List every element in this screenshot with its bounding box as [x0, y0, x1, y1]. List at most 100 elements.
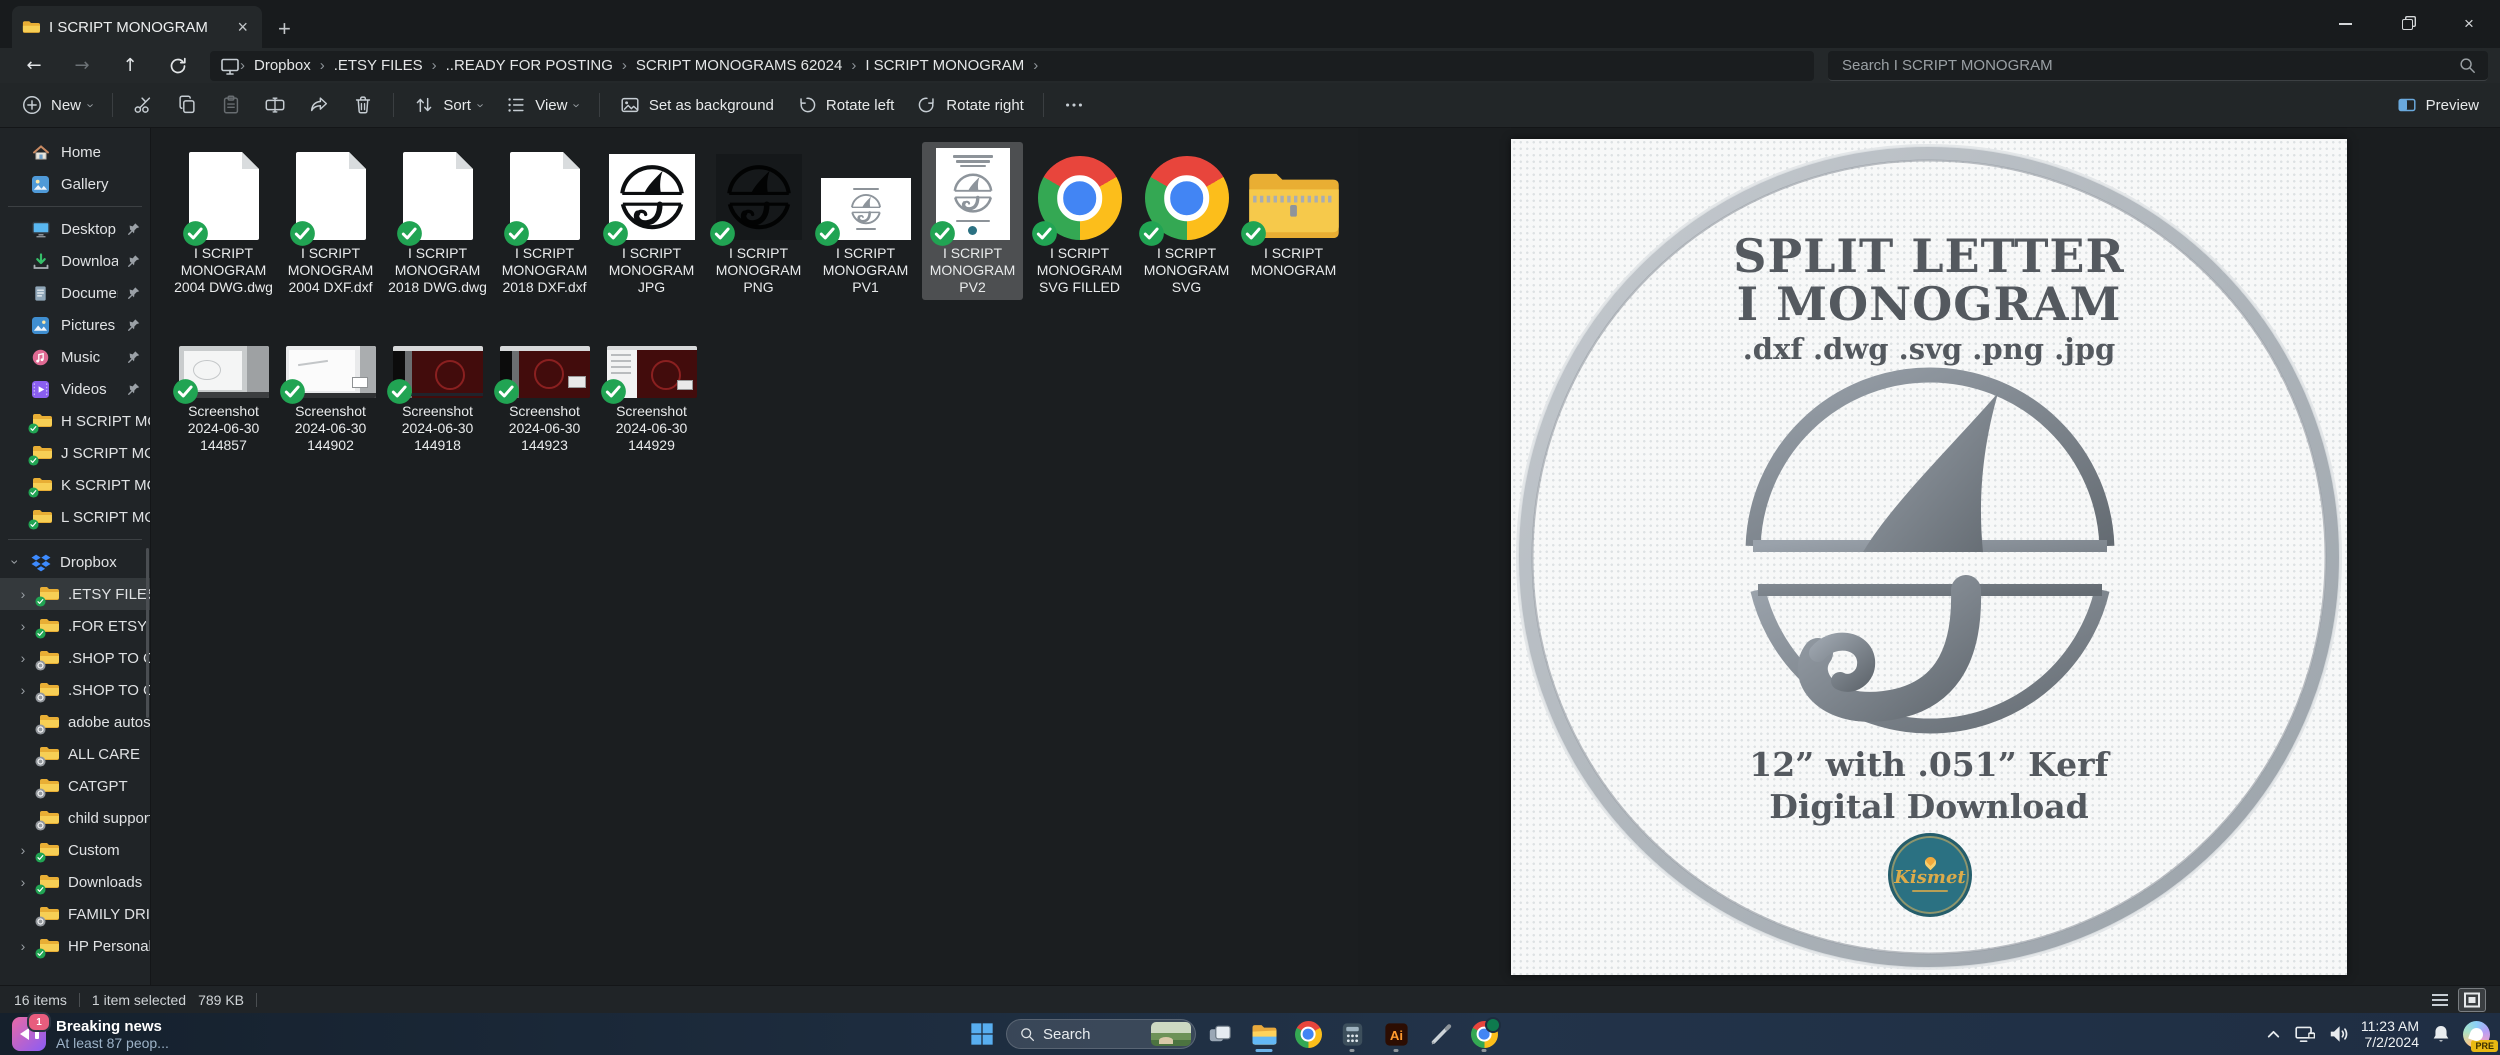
file-item-selected[interactable]: I SCRIPT MONOGRAM PV2 [922, 142, 1023, 300]
sidebar-item-home[interactable]: Home [0, 136, 150, 168]
breadcrumb-ready-for-posting[interactable]: ..READY FOR POSTING [437, 57, 622, 74]
new-tab-button[interactable]: + [278, 18, 291, 40]
copy-button[interactable] [165, 87, 209, 123]
search-input[interactable] [1840, 55, 2450, 75]
sidebar-item-hp-personal[interactable]: HP Personal M [0, 930, 150, 962]
sidebar-item-pictures[interactable]: Pictures [0, 309, 150, 341]
rename-button[interactable] [253, 87, 297, 123]
sidebar-item-child-support[interactable]: child support [0, 802, 150, 834]
task-view-button[interactable] [1200, 1014, 1240, 1054]
file-item[interactable]: I SCRIPT MONOGRAM SVG [1136, 142, 1237, 300]
sidebar-item-shop-to-cut-2[interactable]: .SHOP TO CUT [0, 674, 150, 706]
breadcrumb-script-monograms[interactable]: SCRIPT MONOGRAMS 62024 [627, 57, 851, 74]
chevron-right-icon[interactable] [16, 618, 30, 634]
start-button[interactable] [962, 1014, 1002, 1054]
breadcrumb-dropbox[interactable]: Dropbox [245, 57, 320, 74]
tab-close-icon[interactable]: × [233, 18, 252, 36]
close-button[interactable]: × [2438, 0, 2500, 48]
sidebar-item-for-etsy[interactable]: .FOR ETSY [0, 610, 150, 642]
sidebar-item-h-script-monograms[interactable]: H SCRIPT MONO [0, 405, 150, 437]
file-item[interactable]: Screenshot 2024-06-30 144857 [173, 342, 274, 458]
file-item[interactable]: Screenshot 2024-06-30 144929 [601, 342, 702, 458]
network-icon[interactable] [2294, 1024, 2316, 1044]
explorer-tab[interactable]: I SCRIPT MONOGRAM × [12, 6, 262, 48]
view-button[interactable]: View [494, 87, 591, 123]
more-options-button[interactable] [1052, 87, 1096, 123]
breadcrumb-i-script-monogram[interactable]: I SCRIPT MONOGRAM [856, 57, 1033, 74]
file-item[interactable]: I SCRIPT MONOGRAM 2004 DWG.dwg [173, 142, 274, 300]
chevron-right-icon[interactable] [16, 842, 30, 858]
file-item[interactable]: I SCRIPT MONOGRAM SVG FILLED [1029, 142, 1130, 300]
pen-tool-taskbar-button[interactable] [1420, 1014, 1460, 1054]
file-item[interactable]: I SCRIPT MONOGRAM PNG [708, 142, 809, 300]
set-background-button[interactable]: Set as background [608, 87, 785, 123]
sidebar-item-documents[interactable]: Documents [0, 277, 150, 309]
file-item[interactable]: Screenshot 2024-06-30 144902 [280, 342, 381, 458]
chevron-right-icon[interactable] [16, 874, 30, 890]
large-icons-view-button[interactable] [2458, 987, 2486, 1012]
sidebar-item-family-drive[interactable]: FAMILY DRIVE [0, 898, 150, 930]
taskbar-search[interactable]: Search [1006, 1019, 1196, 1049]
sidebar-item-etsy-files[interactable]: .ETSY FILES [0, 578, 150, 610]
file-item[interactable]: Screenshot 2024-06-30 144923 [494, 342, 595, 458]
clock[interactable]: 11:23 AM 7/2/2024 [2361, 1018, 2419, 1050]
preview-toggle-button[interactable]: Preview [2385, 87, 2490, 123]
chrome-taskbar-button[interactable] [1288, 1014, 1328, 1054]
sidebar-item-gallery[interactable]: Gallery [0, 168, 150, 200]
sidebar-item-dropbox-downloads[interactable]: Downloads [0, 866, 150, 898]
illustrator-taskbar-button[interactable] [1376, 1014, 1416, 1054]
chevron-right-icon[interactable] [16, 650, 30, 666]
widgets-button[interactable]: 1 Breaking news At least 87 peop... [0, 1012, 169, 1051]
chevron-right-icon[interactable] [16, 682, 30, 698]
notifications-bell-icon[interactable] [2431, 1024, 2451, 1044]
chevron-down-icon[interactable] [8, 554, 22, 570]
copilot-button[interactable]: PRE [2463, 1020, 2498, 1052]
sidebar-item-all-care[interactable]: ALL CARE [0, 738, 150, 770]
file-item[interactable]: I SCRIPT MONOGRAM 2018 DXF.dxf [494, 142, 595, 300]
sort-button[interactable]: Sort [402, 87, 494, 123]
file-item[interactable]: I SCRIPT MONOGRAM [1243, 142, 1344, 300]
rotate-left-button[interactable]: Rotate left [785, 87, 905, 123]
chevron-right-icon[interactable] [16, 938, 30, 954]
sidebar-item-music[interactable]: Music [0, 341, 150, 373]
new-button[interactable]: New [10, 87, 104, 123]
file-item[interactable]: I SCRIPT MONOGRAM 2018 DWG.dwg [387, 142, 488, 300]
refresh-button[interactable] [156, 51, 200, 81]
hidden-icons-chevron-icon[interactable] [2265, 1026, 2282, 1043]
sidebar-item-j-script-monograms[interactable]: J SCRIPT MONO [0, 437, 150, 469]
sidebar-item-catgpt[interactable]: CATGPT [0, 770, 150, 802]
details-view-button[interactable] [2426, 988, 2454, 1012]
file-item[interactable]: I SCRIPT MONOGRAM PV1 [815, 142, 916, 300]
delete-button[interactable] [341, 87, 385, 123]
breadcrumb-etsy-files[interactable]: .ETSY FILES [325, 57, 432, 74]
back-button[interactable]: ← [12, 51, 56, 81]
documents-icon [32, 285, 52, 302]
volume-icon[interactable] [2328, 1024, 2349, 1044]
restore-button[interactable] [2376, 0, 2438, 48]
sidebar-item-k-script-monograms[interactable]: K SCRIPT MONO [0, 469, 150, 501]
file-item[interactable]: I SCRIPT MONOGRAM 2004 DXF.dxf [280, 142, 381, 300]
sidebar-item-custom[interactable]: Custom [0, 834, 150, 866]
sidebar-item-videos[interactable]: Videos [0, 373, 150, 405]
chrome-profile-taskbar-button[interactable] [1464, 1014, 1504, 1054]
sidebar-item-shop-to-cut-1[interactable]: .SHOP TO CUT [0, 642, 150, 674]
forward-button[interactable]: → [60, 51, 104, 81]
file-explorer-taskbar-button[interactable] [1244, 1014, 1284, 1054]
file-item[interactable]: Screenshot 2024-06-30 144918 [387, 342, 488, 458]
calculator-taskbar-button[interactable] [1332, 1014, 1372, 1054]
cut-button[interactable] [121, 87, 165, 123]
chevron-right-icon[interactable] [16, 586, 30, 602]
paste-button[interactable] [209, 87, 253, 123]
sidebar-scrollbar[interactable] [146, 548, 149, 718]
rotate-right-button[interactable]: Rotate right [905, 87, 1035, 123]
sidebar-item-downloads[interactable]: Downloads [0, 245, 150, 277]
breadcrumb[interactable]: Dropbox .ETSY FILES ..READY FOR POSTING … [210, 50, 1814, 81]
sidebar-item-l-script-monograms[interactable]: L SCRIPT MONO [0, 501, 150, 533]
sidebar-item-desktop[interactable]: Desktop [0, 213, 150, 245]
share-button[interactable] [297, 87, 341, 123]
minimize-button[interactable] [2314, 0, 2376, 48]
file-item[interactable]: I SCRIPT MONOGRAM JPG [601, 142, 702, 300]
sidebar-item-dropbox[interactable]: Dropbox [0, 546, 150, 578]
sidebar-item-adobe-autosave[interactable]: adobe autosav [0, 706, 150, 738]
up-button[interactable]: ↑ [108, 51, 152, 81]
